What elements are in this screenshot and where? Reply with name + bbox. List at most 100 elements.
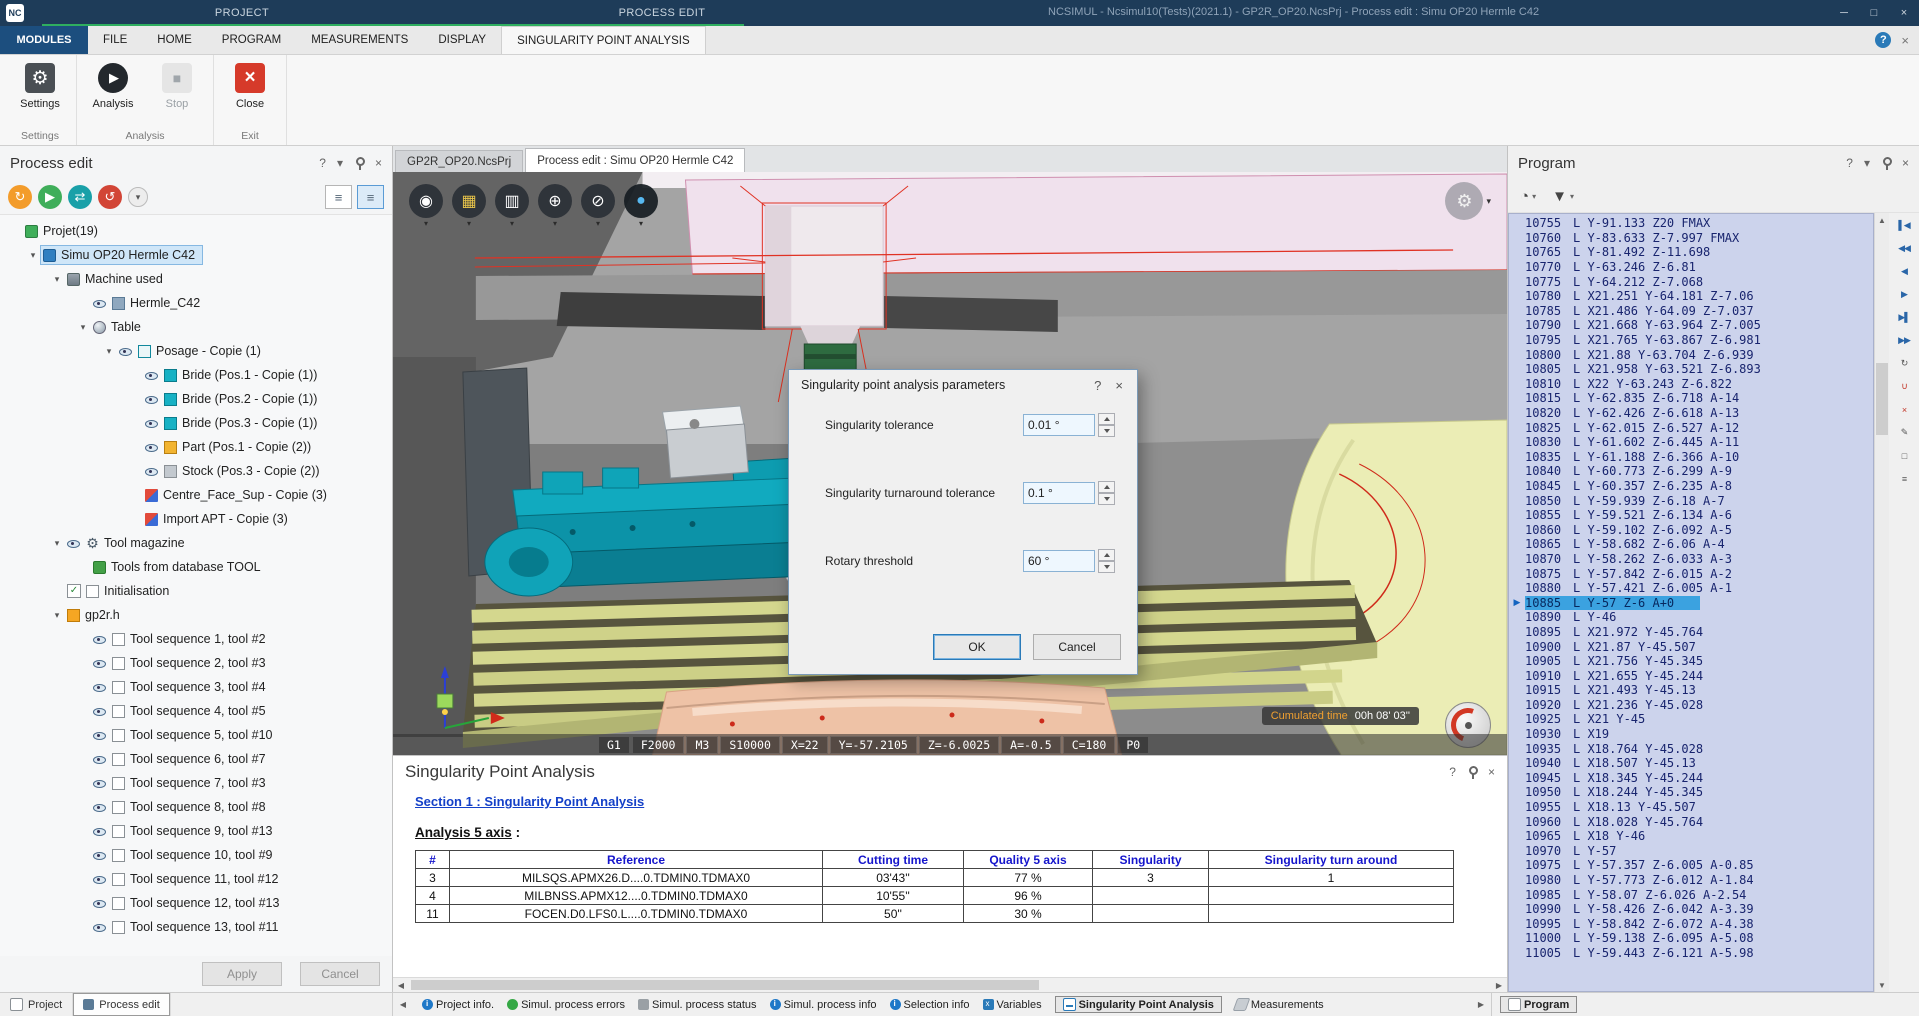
program-line[interactable]: ▶ 11005 L Y-59.443 Z-6.121 A-5.98: [1509, 946, 1873, 961]
panel-pin-icon[interactable]: [354, 156, 364, 170]
tree-item[interactable]: Tool sequence 6, tool #7: [0, 747, 392, 771]
delete-button[interactable]: ×: [1893, 400, 1916, 419]
program-line[interactable]: ▶ 10875 L Y-57.842 Z-6.015 A-2: [1509, 566, 1873, 581]
scrollbar-thumb[interactable]: [1876, 363, 1888, 435]
visibility-eye-icon[interactable]: [93, 825, 107, 838]
document-tab[interactable]: GP2R_OP20.NcsPrj: [395, 150, 523, 172]
program-line[interactable]: ▶ 10940 L X18.507 Y-45.13: [1509, 756, 1873, 771]
visibility-eye-icon[interactable]: [93, 657, 107, 670]
program-line[interactable]: ▶ 10850 L Y-59.939 Z-6.18 A-7: [1509, 493, 1873, 508]
panel-help-icon[interactable]: ?: [1449, 765, 1456, 779]
dialog-help-button[interactable]: ?: [1094, 378, 1101, 393]
modules-button[interactable]: MODULES: [0, 26, 88, 54]
status-selection-info[interactable]: Selection info: [890, 999, 970, 1011]
select-button[interactable]: □: [1893, 446, 1916, 465]
program-line[interactable]: ▶ 10835 L Y-61.188 Z-6.366 A-10: [1509, 450, 1873, 465]
program-line[interactable]: ▶ 10820 L Y-62.426 Z-6.618 A-13: [1509, 406, 1873, 421]
scroll-left-button[interactable]: ◀: [393, 979, 409, 991]
magnet-button[interactable]: ∪: [1893, 377, 1916, 396]
program-line[interactable]: ▶ 10860 L Y-59.102 Z-6.092 A-5: [1509, 522, 1873, 537]
program-line[interactable]: ▶ 10845 L Y-60.357 Z-6.235 A-8: [1509, 479, 1873, 494]
zoom-button[interactable]: ⊕: [538, 184, 572, 218]
go-last-button[interactable]: ▶▶: [1893, 331, 1916, 350]
ribbon-close-button[interactable]: ×: [1901, 33, 1909, 48]
program-line[interactable]: ▶ 10975 L Y-57.357 Z-6.005 A-0.85: [1509, 858, 1873, 873]
program-line[interactable]: ▶ 10965 L X18 Y-46: [1509, 829, 1873, 844]
tree-item[interactable]: Hermle_C42: [0, 291, 392, 315]
ribbon-tab[interactable]: FILE: [88, 26, 142, 54]
refresh-process-button[interactable]: ↻: [8, 185, 32, 209]
program-line[interactable]: ▶ 10920 L X21.236 Y-45.028: [1509, 698, 1873, 713]
reset-process-button[interactable]: ↺: [98, 185, 122, 209]
tree-item[interactable]: ▾ Tool magazine: [0, 531, 392, 555]
panel-close-icon[interactable]: ×: [375, 156, 382, 170]
3d-viewport[interactable]: ◉ ▦ ▥ ⊕: [393, 172, 1507, 755]
analysis-button[interactable]: Analysis: [87, 59, 139, 126]
program-line[interactable]: ▶ 10865 L Y-58.682 Z-6.06 A-4: [1509, 537, 1873, 552]
dialog-titlebar[interactable]: Singularity point analysis parameters ? …: [789, 370, 1137, 400]
program-line[interactable]: ▶ 10830 L Y-61.602 Z-6.445 A-11: [1509, 435, 1873, 450]
close-window-button[interactable]: ×: [1889, 0, 1919, 26]
tool-display-button[interactable]: ▥: [495, 184, 529, 218]
panel-close-icon[interactable]: ×: [1902, 156, 1909, 170]
program-line[interactable]: ▶ 10775 L Y-64.212 Z-7.068: [1509, 274, 1873, 289]
tree-item[interactable]: Bride (Pos.1 - Copie (1)): [0, 363, 392, 387]
program-line[interactable]: ▶ 10805 L X21.958 Y-63.521 Z-6.893: [1509, 362, 1873, 377]
maximize-button[interactable]: □: [1859, 0, 1889, 26]
tree-item[interactable]: Projet(19): [0, 219, 392, 243]
tree-expander-icon[interactable]: ▾: [50, 538, 64, 549]
visibility-eye-icon[interactable]: [145, 393, 159, 406]
status-variables[interactable]: Variables: [983, 999, 1042, 1011]
stock-display-button[interactable]: ▦: [452, 184, 486, 218]
ribbon-tab[interactable]: HOME: [142, 26, 207, 54]
tree-item[interactable]: Tool sequence 11, tool #12: [0, 867, 392, 891]
ribbon-tab[interactable]: DISPLAY: [423, 26, 501, 54]
tree-item[interactable]: ▾ Table: [0, 315, 392, 339]
program-line[interactable]: ▶ 10885 L Y-57 Z-6 A+0: [1509, 595, 1873, 610]
fast-backward-button[interactable]: ◀◀: [1893, 239, 1916, 258]
sync-process-button[interactable]: ⇄: [68, 185, 92, 209]
program-line[interactable]: ▶ 10855 L Y-59.521 Z-6.134 A-6: [1509, 508, 1873, 523]
program-line[interactable]: ▶ 10945 L X18.345 Y-45.244: [1509, 771, 1873, 786]
status-program-tab[interactable]: Program: [1500, 996, 1577, 1013]
tree-expander-icon[interactable]: ▾: [26, 250, 40, 261]
spinner-up-button[interactable]: [1098, 549, 1115, 561]
ribbon-tab[interactable]: SINGULARITY POINT ANALYSIS: [501, 26, 706, 54]
scrollbar-thumb[interactable]: [411, 980, 1039, 990]
program-line[interactable]: ▶ 10800 L X21.88 Y-63.704 Z-6.939: [1509, 347, 1873, 362]
status-process-errors[interactable]: Simul. process errors: [507, 999, 625, 1011]
minimize-button[interactable]: ─: [1829, 0, 1859, 26]
tree-item[interactable]: Import APT - Copie (3): [0, 507, 392, 531]
zoom-window-button[interactable]: ⊘: [581, 184, 615, 218]
tree-item[interactable]: Centre_Face_Sup - Copie (3): [0, 483, 392, 507]
step-backward-button[interactable]: ◀: [1893, 262, 1916, 281]
spinner-down-button[interactable]: [1098, 493, 1115, 505]
tree-expander-icon[interactable]: ▾: [50, 610, 64, 621]
tree-item[interactable]: Tools from database TOOL: [0, 555, 392, 579]
more-options-button[interactable]: ▾: [128, 187, 148, 207]
program-line[interactable]: ▶ 10795 L X21.765 Y-63.867 Z-6.981: [1509, 333, 1873, 348]
program-line[interactable]: ▶ 10930 L X19: [1509, 727, 1873, 742]
play-button[interactable]: ▶: [1893, 285, 1916, 304]
tree-item[interactable]: ▾ gp2r.h: [0, 603, 392, 627]
program-line[interactable]: ▶ 10810 L X22 Y-63.243 Z-6.822: [1509, 377, 1873, 392]
section-link[interactable]: Section 1 : Singularity Point Analysis: [415, 794, 644, 809]
panel-chevron-icon[interactable]: ▾: [337, 156, 343, 170]
apply-button[interactable]: Apply: [202, 962, 282, 986]
detail-view-button[interactable]: ≡: [357, 185, 384, 209]
tree-item[interactable]: Bride (Pos.2 - Copie (1)): [0, 387, 392, 411]
visibility-eye-icon[interactable]: [93, 681, 107, 694]
status-process-status[interactable]: Simul. process status: [638, 999, 757, 1011]
program-line[interactable]: ▶ 10760 L Y-83.633 Z-7.997 FMAX: [1509, 231, 1873, 246]
help-button[interactable]: ?: [1875, 32, 1891, 48]
program-line[interactable]: ▶ 10890 L Y-46: [1509, 610, 1873, 625]
program-line[interactable]: ▶ 10755 L Y-91.133 Z20 FMAX: [1509, 216, 1873, 231]
go-first-button[interactable]: ▌◀: [1893, 216, 1916, 235]
program-line[interactable]: ▶ 10785 L X21.486 Y-64.09 Z-7.037: [1509, 304, 1873, 319]
status-tab-process-edit[interactable]: Process edit: [73, 993, 171, 1016]
visibility-eye-icon[interactable]: [93, 753, 107, 766]
program-line[interactable]: ▶ 10925 L X21 Y-45: [1509, 712, 1873, 727]
program-line[interactable]: ▶ 10870 L Y-58.262 Z-6.033 A-3: [1509, 552, 1873, 567]
visibility-eye-icon[interactable]: [93, 801, 107, 814]
tree-expander-icon[interactable]: ▾: [102, 346, 116, 357]
